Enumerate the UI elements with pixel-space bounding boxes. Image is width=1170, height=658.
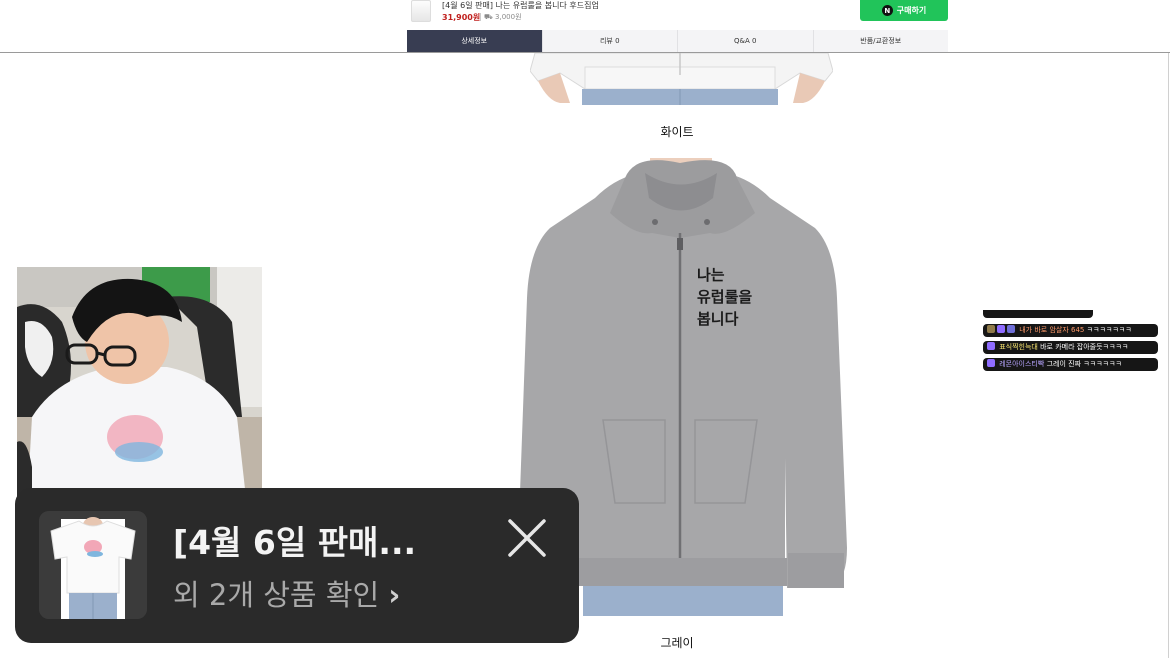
chat-message: 레몬아이스티빡 그레이 진짜 ㅋㅋㅋㅋㅋㅋ	[983, 358, 1158, 371]
chat-nickname[interactable]: 내가 바로 암살자 645	[1019, 326, 1084, 334]
chat-message: 내가 바로 암살자 645 ㅋㅋㅋㅋㅋㅋㅋ	[983, 324, 1158, 337]
hoodie-print-line-1: 나는	[697, 266, 725, 284]
sub-badge-icon	[1007, 325, 1015, 333]
page: 화이트 나는 유럽룰을 봅니다 그레이 [4월 6일 판매] 나는 유럽룰을 봅…	[0, 0, 1170, 658]
chat-message: 표식찍힌늑대 바로 카메라 잡아줄듯ㅋㅋㅋㅋ	[983, 341, 1158, 354]
caption-gray: 그레이	[660, 636, 694, 650]
detail-tabs: 상세정보 리뷰 0 Q&A 0 반품/교환정보	[407, 30, 948, 52]
hoodie-print-line-3: 봅니다	[697, 310, 739, 328]
buy-button-label: 구매하기	[896, 6, 927, 15]
tab-reviews[interactable]: 리뷰 0	[543, 30, 678, 52]
webcam-overlay	[17, 267, 262, 507]
shipping-fee: ⛟ 3,000원	[484, 12, 522, 22]
tab-qna[interactable]: Q&A 0	[678, 30, 814, 52]
tshirt-image	[39, 511, 147, 619]
truck-icon: ⛟	[484, 13, 496, 21]
popup-more-link[interactable]: 외 2개 상품 확인 ›	[173, 572, 400, 614]
chat-nickname[interactable]: 레몬아이스티빡	[999, 360, 1044, 368]
sticky-product-bar: [4월 6일 판매] 나는 유럽룰을 봅니다 후드집업 31,900원 ⛟ 3,…	[0, 0, 1170, 53]
popup-title[interactable]: [4월 6일 판매...	[173, 516, 463, 564]
chat-nickname[interactable]: 표식찍힌늑대	[999, 343, 1038, 351]
divider	[480, 13, 481, 21]
chat-text: ㅋㅋㅋㅋㅋㅋㅋ	[1086, 326, 1132, 334]
product-popup[interactable]: [4월 6일 판매... 외 2개 상품 확인 ›	[15, 488, 579, 643]
product-thumbnail[interactable]	[411, 0, 431, 22]
chat-text: 그레이 진짜 ㅋㅋㅋㅋㅋㅋ	[1046, 360, 1122, 368]
heart-badge-icon	[987, 359, 995, 367]
buy-button[interactable]: N 구매하기	[860, 0, 948, 21]
tab-returns[interactable]: 반품/교환정보	[814, 30, 949, 52]
tab-details[interactable]: 상세정보	[407, 30, 543, 52]
close-icon[interactable]	[507, 518, 547, 558]
chat-message-clipped	[983, 310, 1093, 318]
popup-more-label: 외 2개 상품 확인	[173, 578, 380, 612]
popup-product-thumbnail[interactable]	[39, 511, 147, 619]
npay-icon: N	[881, 5, 893, 16]
badge-icon	[987, 325, 995, 333]
live-chat: 내가 바로 암살자 645 ㅋㅋㅋㅋㅋㅋㅋ 표식찍힌늑대 바로 카메라 잡아줄듯…	[983, 310, 1158, 375]
caption-white: 화이트	[660, 125, 694, 139]
hoodie-print-line-2: 유럽룰을	[697, 288, 752, 306]
heart-badge-icon	[987, 342, 995, 350]
chevron-right-icon: ›	[388, 578, 401, 612]
scrollbar-track[interactable]	[1168, 0, 1169, 658]
shipping-fee-value: 3,000원	[495, 13, 522, 21]
product-image-white	[530, 53, 833, 105]
product-price: 31,900원	[442, 13, 481, 22]
chat-text: 바로 카메라 잡아줄듯ㅋㅋㅋㅋ	[1040, 343, 1129, 351]
heart-badge-icon	[997, 325, 1005, 333]
product-name[interactable]: [4월 6일 판매] 나는 유럽룰을 봅니다 후드집업	[442, 0, 599, 11]
